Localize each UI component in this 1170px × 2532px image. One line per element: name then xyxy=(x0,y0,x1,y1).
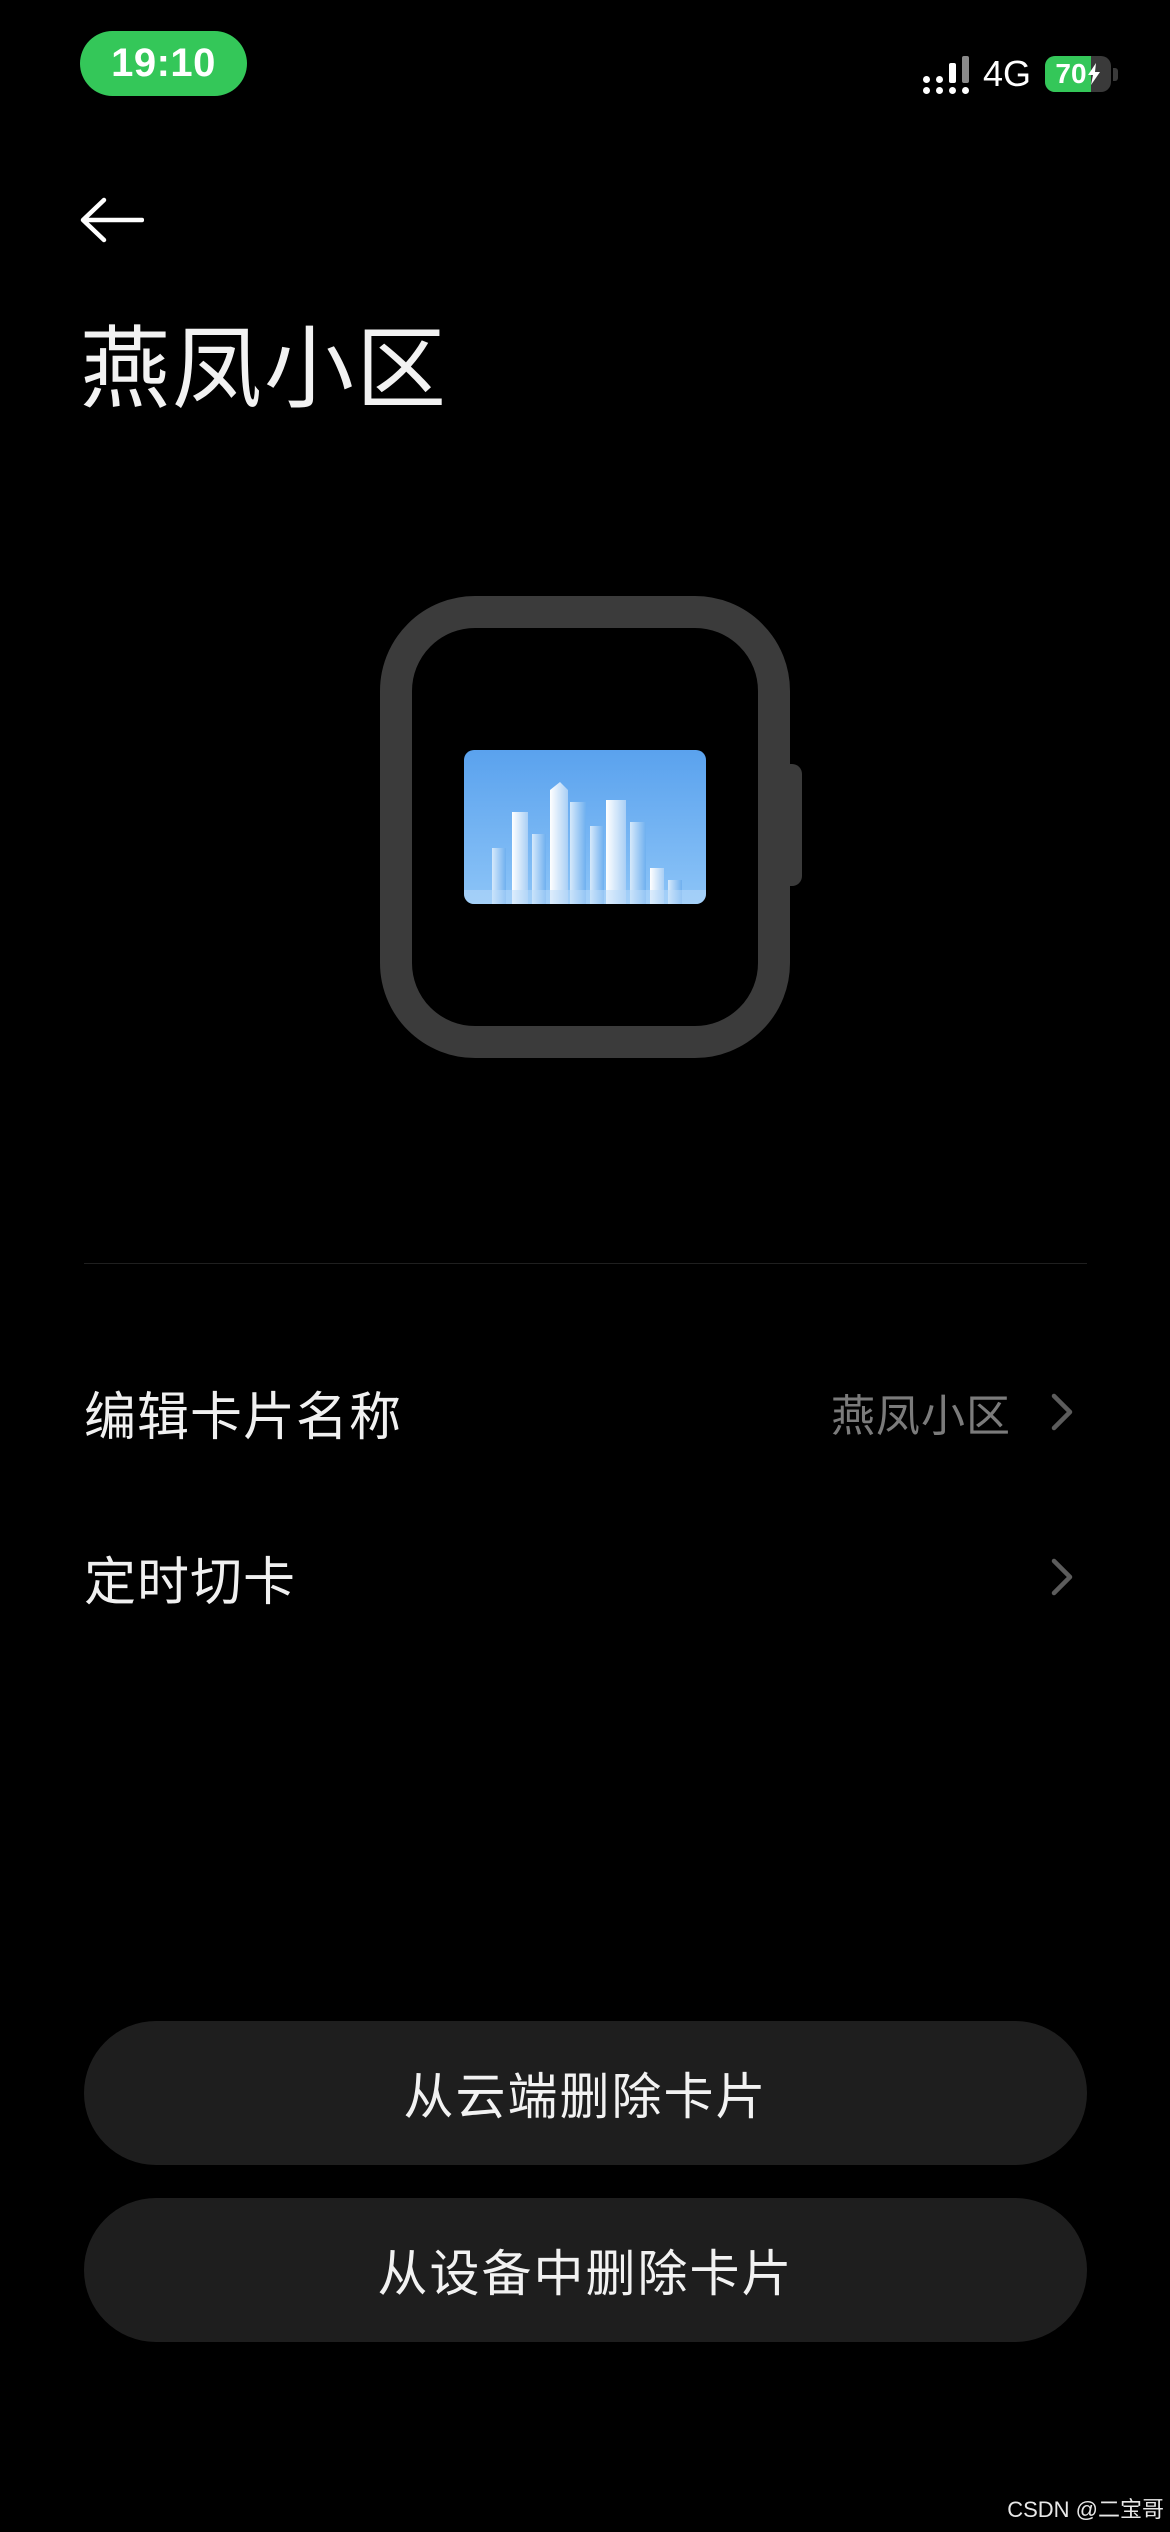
edit-card-name-label: 编辑卡片名称 xyxy=(84,1387,403,1448)
delete-from-cloud-button[interactable]: 从云端删除卡片 xyxy=(84,2021,1087,2165)
status-time: 19:10 xyxy=(80,31,247,96)
watermark: CSDN @二宝哥 xyxy=(1007,2497,1164,2522)
card-name-value: 燕凤小区 xyxy=(831,1391,1011,1442)
schedule-card-switch-row[interactable]: 定时切卡 xyxy=(84,1517,1087,1637)
edit-card-name-row[interactable]: 编辑卡片名称 燕凤小区 xyxy=(84,1352,1087,1472)
charging-bolt-icon xyxy=(1087,63,1100,85)
battery-icon: 70 xyxy=(1045,56,1118,92)
chevron-right-icon xyxy=(1051,1392,1079,1432)
network-type: 4G xyxy=(982,53,1031,94)
schedule-card-switch-label: 定时切卡 xyxy=(84,1552,297,1613)
cellular-signal-icon xyxy=(922,54,969,94)
arrow-left-icon xyxy=(80,197,144,243)
status-bar-indicators: 4G 70 xyxy=(922,50,1118,98)
delete-from-device-button[interactable]: 从设备中删除卡片 xyxy=(84,2198,1087,2342)
page-title: 燕凤小区 xyxy=(80,317,448,422)
smartwatch-icon xyxy=(380,596,802,1058)
section-divider xyxy=(84,1263,1087,1264)
battery-level: 70 xyxy=(1055,58,1087,89)
back-button[interactable] xyxy=(80,185,160,255)
city-buildings-card-image xyxy=(464,750,706,904)
chevron-right-icon xyxy=(1051,1557,1079,1597)
